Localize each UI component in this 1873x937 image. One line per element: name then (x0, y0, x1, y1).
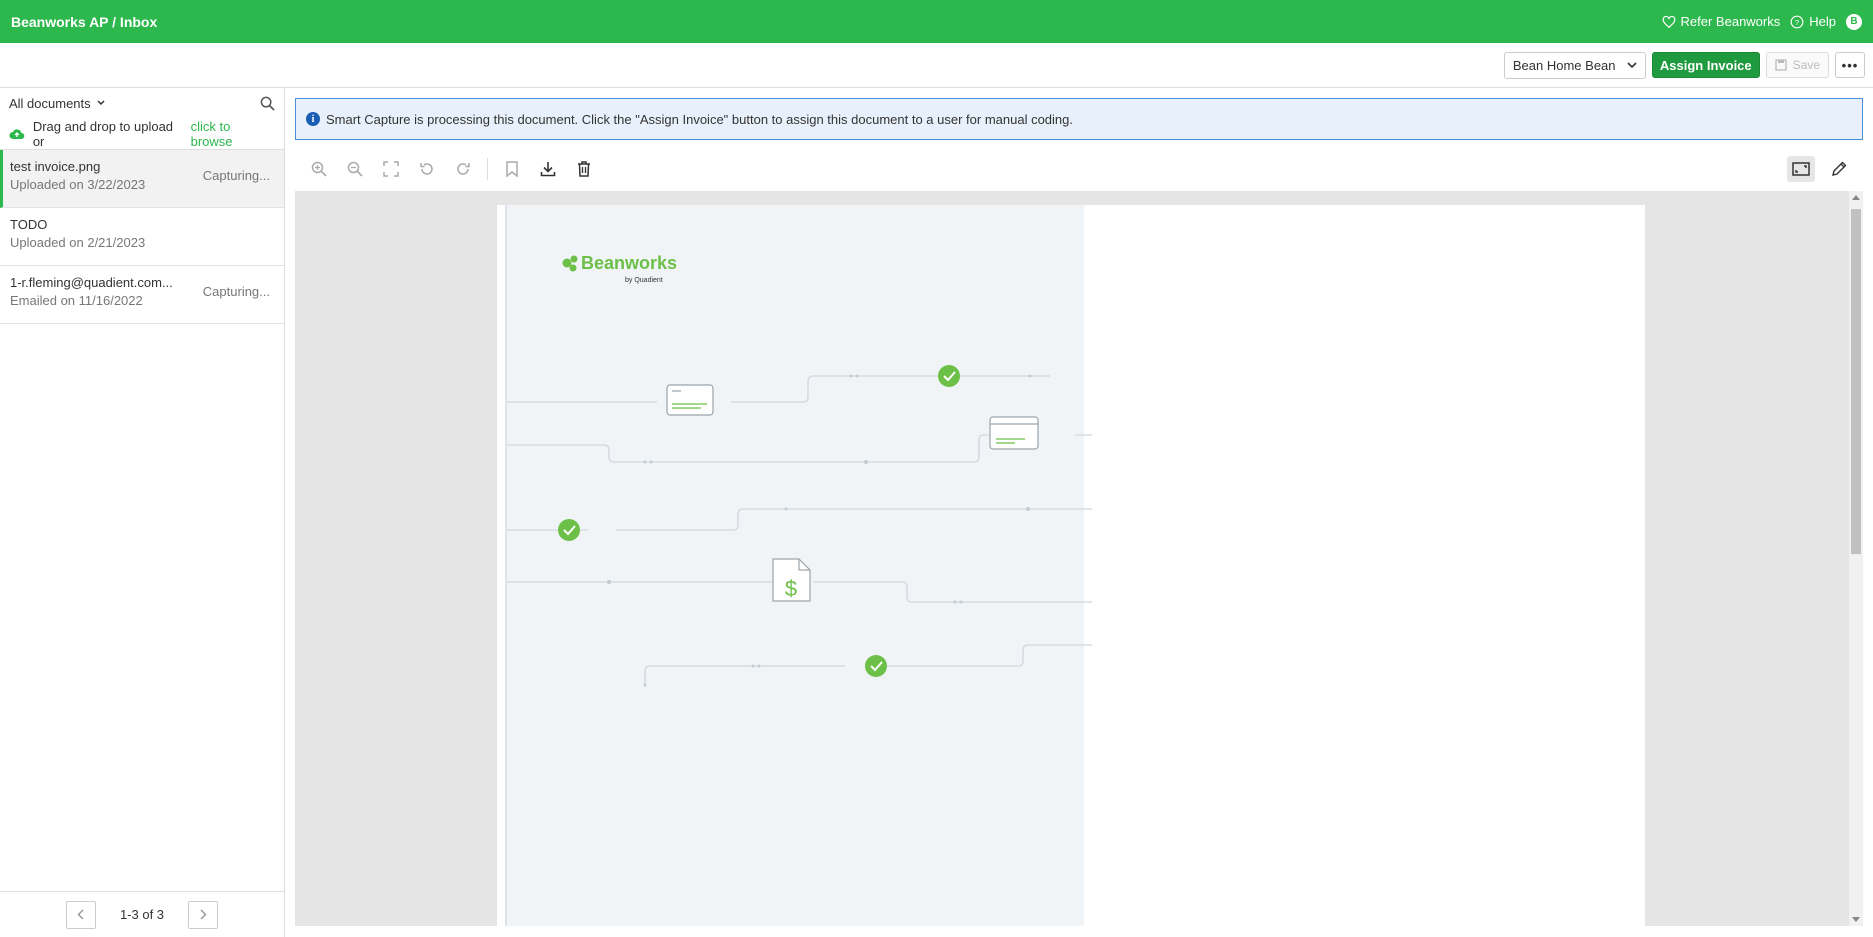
chevron-down-icon (1627, 61, 1637, 68)
document-list-item[interactable]: TODO Uploaded on 2/21/2023 (0, 208, 284, 266)
company-value: Bean Home Bean (1512, 57, 1616, 73)
save-button[interactable]: Save (1765, 52, 1829, 78)
sidebar-header: All documents (0, 88, 284, 118)
action-bar: Bean Home Bean Assign Invoice Save ••• (0, 43, 1873, 88)
toolbar-divider (487, 158, 488, 180)
logo-subtext: by Quadient (625, 277, 663, 284)
workflow-illustration: Beanworks by Quadient $ (505, 253, 1092, 687)
info-icon: i (306, 112, 320, 126)
document-status: Capturing... (202, 284, 270, 299)
chevron-down-icon (97, 100, 105, 106)
save-label: Save (1792, 58, 1820, 72)
banner-message: Smart Capture is processing this documen… (326, 111, 1073, 127)
refer-link[interactable]: Refer Beanworks (1662, 14, 1781, 29)
help-icon: ? (1790, 15, 1804, 28)
invoice-card-icon (666, 384, 714, 416)
chevron-left-icon (77, 909, 84, 920)
document-image: Beanworks by Quadient $ (497, 205, 1092, 926)
scroll-up-arrow[interactable] (1852, 195, 1860, 200)
check-circle-icon (558, 519, 580, 541)
info-banner: i Smart Capture is processing this docum… (295, 98, 1863, 140)
toolbar-right (1787, 156, 1851, 182)
fullscreen-icon[interactable] (1787, 156, 1815, 182)
dollar-symbol: $ (785, 576, 797, 601)
company-select[interactable]: Bean Home Bean (1503, 51, 1646, 79)
trash-icon[interactable] (572, 157, 596, 181)
search-icon[interactable] (260, 96, 275, 111)
breadcrumb[interactable]: Beanworks AP / Inbox (11, 14, 157, 30)
zoom-out-icon[interactable] (343, 157, 367, 181)
credit-card-icon (989, 416, 1039, 450)
download-icon[interactable] (536, 157, 560, 181)
rotate-left-icon[interactable] (415, 157, 439, 181)
scrollbar-thumb[interactable] (1851, 209, 1861, 554)
pagination: 1-3 of 3 (0, 891, 284, 937)
svg-text:?: ? (1795, 17, 1799, 26)
user-avatar[interactable]: B (1846, 13, 1862, 30)
heart-icon (1662, 15, 1675, 28)
vertical-scrollbar[interactable] (1849, 191, 1863, 926)
document-sidebar: All documents Drag and drop to upload or… (0, 88, 285, 937)
filter-label: All documents (9, 95, 91, 111)
document-date: Uploaded on 2/21/2023 (10, 235, 146, 250)
bookmark-icon[interactable] (500, 157, 524, 181)
document-filter[interactable]: All documents (9, 96, 105, 111)
document-status: Capturing... (202, 168, 270, 183)
scroll-down-arrow[interactable] (1852, 917, 1860, 922)
header-links: Refer Beanworks ? Help B (1662, 13, 1862, 30)
check-circle-icon (938, 365, 960, 387)
assign-invoice-button[interactable]: Assign Invoice (1651, 52, 1760, 78)
document-name: TODO (10, 217, 48, 232)
previous-page-button[interactable] (65, 900, 96, 929)
cloud-upload-icon (9, 128, 25, 139)
floppy-icon (1774, 59, 1787, 71)
logo-text: Beanworks (581, 253, 677, 273)
help-link[interactable]: ? Help (1790, 14, 1836, 29)
document-list-item[interactable]: 1-r.fleming@quadient.com... Emailed on 1… (0, 266, 284, 324)
document-viewer[interactable]: Beanworks by Quadient $ (295, 191, 1863, 926)
upload-area[interactable]: Drag and drop to upload or click to brow… (0, 118, 284, 150)
document-page: Beanworks by Quadient $ (497, 205, 1645, 926)
page-range: 1-3 of 3 (119, 907, 165, 922)
zoom-in-icon[interactable] (307, 157, 331, 181)
fit-page-icon[interactable] (379, 157, 403, 181)
document-list-item[interactable]: test invoice.png Uploaded on 3/22/2023 C… (0, 150, 284, 208)
next-page-button[interactable] (188, 900, 219, 929)
document-main: i Smart Capture is processing this docum… (286, 88, 1873, 937)
top-bar: Beanworks AP / Inbox Refer Beanworks ? H… (0, 0, 1873, 43)
browse-link[interactable]: click to browse (191, 119, 275, 149)
beanworks-logo-mark (562, 255, 578, 272)
dollar-document-icon: $ (772, 558, 811, 602)
rotate-right-icon[interactable] (451, 157, 475, 181)
upload-text: Drag and drop to upload or (32, 118, 174, 149)
help-label: Help (1809, 14, 1836, 29)
refer-label: Refer Beanworks (1680, 14, 1781, 29)
chevron-right-icon (200, 909, 207, 920)
check-circle-icon (865, 655, 887, 677)
edit-pencil-icon[interactable] (1827, 157, 1851, 181)
more-options-button[interactable]: ••• (1835, 52, 1865, 78)
viewer-toolbar (295, 149, 1863, 189)
